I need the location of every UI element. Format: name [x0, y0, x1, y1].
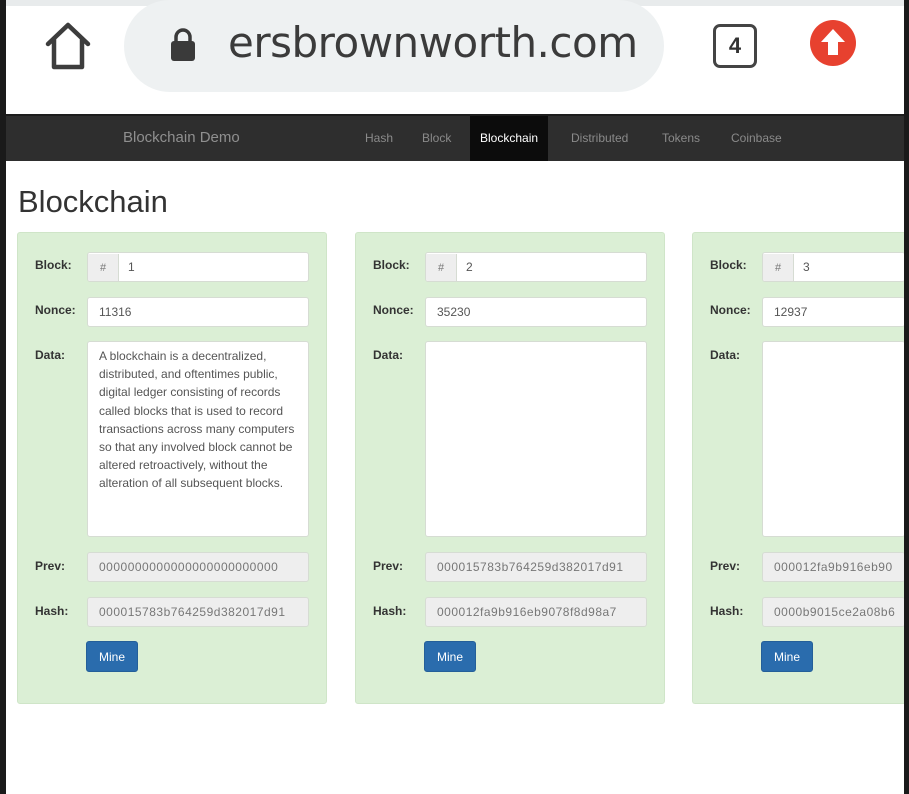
tab-switcher-button[interactable]: 4 [713, 24, 757, 68]
prev-label: Prev: [710, 559, 741, 573]
block-card: Block: #3 Nonce: 12937 Data: Prev: 00001… [692, 232, 905, 704]
hash-label: Hash: [35, 604, 69, 618]
prev-hash-field: 0000000000000000000000000 [87, 552, 309, 582]
url-text: ersbrownworth.com [228, 18, 638, 67]
data-label: Data: [373, 348, 404, 362]
hash-prefix: # [763, 254, 794, 281]
nav-tokens[interactable]: Tokens [652, 116, 710, 161]
nav-block[interactable]: Block [412, 116, 461, 161]
update-arrow-icon[interactable] [808, 18, 858, 68]
hash-field: 0000b9015ce2a08b6 [762, 597, 905, 627]
site-navbar: Blockchain Demo Hash Block Blockchain Di… [6, 114, 909, 161]
block-label: Block: [35, 258, 72, 272]
data-label: Data: [35, 348, 66, 362]
data-textarea[interactable] [762, 341, 905, 537]
block-label: Block: [710, 258, 747, 272]
nonce-label: Nonce: [35, 303, 76, 317]
data-textarea[interactable]: A blockchain is a decentralized, distrib… [87, 341, 309, 537]
nav-hash[interactable]: Hash [355, 116, 403, 161]
address-bar[interactable]: ersbrownworth.com [124, 0, 664, 92]
hash-prefix: # [88, 254, 119, 281]
navbar-brand[interactable]: Blockchain Demo [123, 129, 240, 146]
mine-button[interactable]: Mine [424, 641, 476, 672]
block-number-field[interactable]: #3 [762, 252, 905, 282]
page-title: Blockchain [18, 184, 168, 219]
nav-distributed[interactable]: Distributed [561, 116, 638, 161]
hash-field: 000012fa9b916eb9078f8d98a7 [425, 597, 647, 627]
block-number-field[interactable]: #2 [425, 252, 647, 282]
prev-label: Prev: [35, 559, 66, 573]
nonce-label: Nonce: [373, 303, 414, 317]
nonce-input[interactable]: 12937 [762, 297, 905, 327]
hash-field: 000015783b764259d382017d91 [87, 597, 309, 627]
nav-blockchain[interactable]: Blockchain [470, 116, 549, 161]
block-number: 3 [803, 260, 810, 274]
data-textarea[interactable] [425, 341, 647, 537]
block-card: Block: #2 Nonce: 35230 Data: Prev: 00001… [355, 232, 665, 704]
data-label: Data: [710, 348, 741, 362]
block-number: 1 [128, 260, 135, 274]
block-label: Block: [373, 258, 410, 272]
lock-icon [171, 28, 195, 61]
nonce-input[interactable]: 11316 [87, 297, 309, 327]
hash-prefix: # [426, 254, 457, 281]
nav-coinbase[interactable]: Coinbase [721, 116, 792, 161]
home-icon[interactable] [40, 18, 96, 74]
prev-label: Prev: [373, 559, 404, 573]
mine-button[interactable]: Mine [86, 641, 138, 672]
block-card: Block: #1 Nonce: 11316 Data: A blockchai… [17, 232, 327, 704]
mine-button[interactable]: Mine [761, 641, 813, 672]
browser-toolbar: ersbrownworth.com 4 [6, 0, 909, 114]
hash-label: Hash: [710, 604, 744, 618]
screen-right-edge [904, 0, 909, 794]
prev-hash-field: 000012fa9b916eb90 [762, 552, 905, 582]
prev-hash-field: 000015783b764259d382017d91 [425, 552, 647, 582]
block-number-field[interactable]: #1 [87, 252, 309, 282]
hash-label: Hash: [373, 604, 407, 618]
nonce-input[interactable]: 35230 [425, 297, 647, 327]
nonce-label: Nonce: [710, 303, 751, 317]
block-number: 2 [466, 260, 473, 274]
